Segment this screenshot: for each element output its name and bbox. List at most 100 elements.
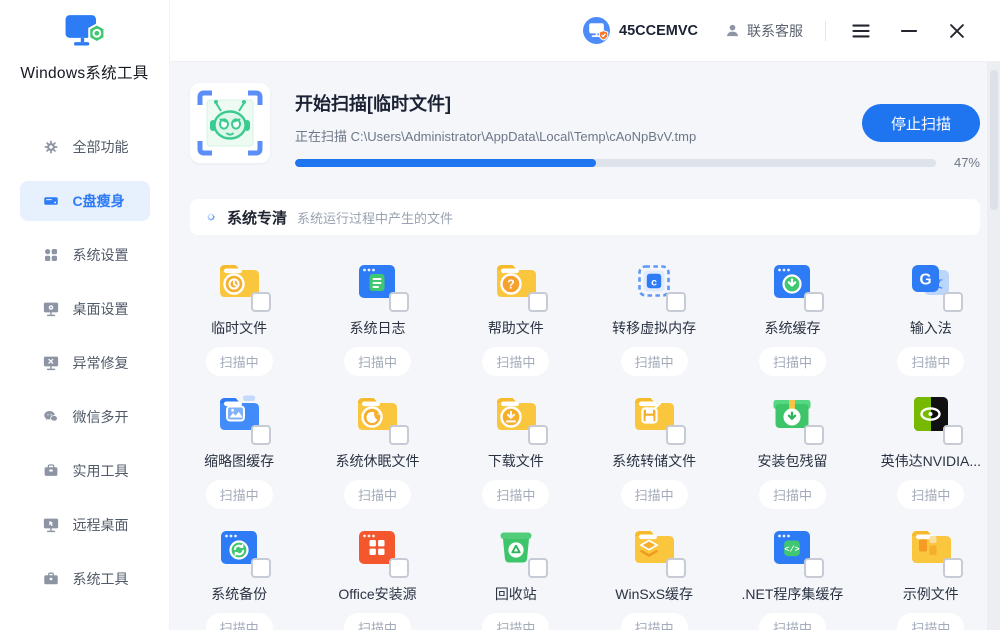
scrollbar-track[interactable]	[987, 62, 1000, 630]
sidebar-item-wechat-multi[interactable]: 微信多开	[20, 397, 150, 437]
spinner-icon	[203, 209, 219, 225]
sidebar-item-all-features[interactable]: 全部功能	[20, 127, 150, 167]
scan-category-item[interactable]: 系统转储文件 扫描中	[585, 390, 723, 509]
scan-category-item[interactable]: c 转移虚拟内存 扫描中	[585, 257, 723, 376]
category-label: 下载文件	[488, 451, 544, 471]
category-checkbox[interactable]	[943, 292, 963, 312]
category-checkbox[interactable]	[389, 292, 409, 312]
category-label: Office安装源	[338, 584, 416, 604]
svg-text:c: c	[651, 276, 657, 288]
category-label: 输入法	[910, 318, 952, 338]
app-logo: Windows系统工具	[0, 0, 169, 83]
scan-category-item[interactable]: 临时文件 扫描中	[170, 257, 308, 376]
status-badge: 扫描中	[897, 480, 964, 509]
category-checkbox[interactable]	[943, 425, 963, 445]
status-badge: 扫描中	[897, 347, 964, 376]
sidebar-item-utilities[interactable]: 实用工具	[20, 451, 150, 491]
category-checkbox[interactable]	[251, 292, 271, 312]
category-label: 系统备份	[211, 584, 267, 604]
user-avatar	[583, 17, 610, 44]
scan-category-item[interactable]: ? 帮助文件 扫描中	[447, 257, 585, 376]
close-icon[interactable]	[944, 18, 970, 44]
gear-icon	[42, 138, 60, 156]
scan-progress-percent: 47%	[936, 155, 980, 170]
app-title: Windows系统工具	[0, 61, 169, 83]
status-badge: 扫描中	[621, 613, 688, 630]
category-checkbox[interactable]	[251, 558, 271, 578]
sidebar-item-system-tools[interactable]: 系统工具	[20, 559, 150, 599]
briefcase-icon	[42, 570, 60, 588]
category-label: 系统休眠文件	[335, 451, 419, 471]
disk-icon	[42, 192, 60, 210]
category-label: 系统缓存	[764, 318, 820, 338]
scan-category-item[interactable]: z 系统休眠文件 扫描中	[308, 390, 446, 509]
sidebar-item-error-repair[interactable]: 异常修复	[20, 343, 150, 383]
category-checkbox[interactable]	[943, 558, 963, 578]
category-checkbox[interactable]	[804, 292, 824, 312]
titlebar: 45CCEMVC 联系客服	[170, 0, 1000, 62]
app-window: Windows系统工具 全部功能 C盘瘦身 系统设置 桌面设置 异常修复 微信多…	[0, 0, 1000, 630]
scan-category-item[interactable]: 系统备份 扫描中	[170, 523, 308, 630]
svg-text:z: z	[378, 411, 381, 417]
status-badge: 扫描中	[206, 347, 273, 376]
status-badge: 扫描中	[621, 480, 688, 509]
scrollbar-thumb[interactable]	[990, 70, 998, 210]
section-banner: 系统专清 系统运行过程中产生的文件	[190, 199, 980, 235]
stop-scan-button[interactable]: 停止扫描	[862, 104, 980, 142]
status-badge: 扫描中	[482, 480, 549, 509]
contact-support-button[interactable]: 联系客服	[724, 21, 803, 41]
category-checkbox[interactable]	[804, 558, 824, 578]
repair-icon	[42, 354, 60, 372]
scan-category-item[interactable]: WinSxS缓存 扫描中	[585, 523, 723, 630]
sidebar-item-system-settings[interactable]: 系统设置	[20, 235, 150, 275]
status-badge: 扫描中	[897, 613, 964, 630]
category-label: .NET程序集缓存	[742, 584, 844, 604]
section-subtitle: 系统运行过程中产生的文件	[297, 208, 453, 227]
category-label: WinSxS缓存	[615, 584, 693, 604]
scan-category-item[interactable]: 回收站 扫描中	[447, 523, 585, 630]
sidebar-item-desktop-settings[interactable]: 桌面设置	[20, 289, 150, 329]
category-checkbox[interactable]	[804, 425, 824, 445]
category-label: 英伟达NVIDIA...	[881, 451, 981, 471]
svg-text:</>: </>	[785, 545, 800, 555]
sidebar-item-remote-desktop[interactable]: 远程桌面	[20, 505, 150, 545]
desktop-settings-icon	[42, 300, 60, 318]
sidebar-item-c-drive-slimming[interactable]: C盘瘦身	[20, 181, 150, 221]
category-checkbox[interactable]	[666, 292, 686, 312]
scan-category-item[interactable]: 示例文件 扫描中	[862, 523, 1000, 630]
scan-robot-illustration	[190, 83, 270, 163]
scan-category-item[interactable]: 系统缓存 扫描中	[723, 257, 861, 376]
status-badge: 扫描中	[621, 347, 688, 376]
avatar-user-icon	[583, 17, 610, 44]
category-label: 系统转储文件	[612, 451, 696, 471]
category-label: 临时文件	[211, 318, 267, 338]
category-label: 回收站	[495, 584, 537, 604]
scan-category-item[interactable]: </> .NET程序集缓存 扫描中	[723, 523, 861, 630]
scan-category-item[interactable]: 下载文件 扫描中	[447, 390, 585, 509]
scan-progress-bar	[295, 159, 936, 167]
category-checkbox[interactable]	[389, 558, 409, 578]
menu-icon[interactable]	[848, 18, 874, 44]
category-checkbox[interactable]	[389, 425, 409, 445]
scan-category-item[interactable]: 缩略图缓存 扫描中	[170, 390, 308, 509]
category-checkbox[interactable]	[666, 558, 686, 578]
category-checkbox[interactable]	[528, 292, 548, 312]
category-label: 缩略图缓存	[204, 451, 274, 471]
category-checkbox[interactable]	[666, 425, 686, 445]
scan-category-item[interactable]: 英伟达NVIDIA... 扫描中	[862, 390, 1000, 509]
section-title: 系统专清	[227, 207, 287, 228]
category-checkbox[interactable]	[251, 425, 271, 445]
category-label: 安装包残留	[757, 451, 827, 471]
account-chip[interactable]: 45CCEMVC	[583, 17, 698, 44]
username: 45CCEMVC	[619, 23, 698, 39]
scan-category-item[interactable]: 文G 输入法 扫描中	[862, 257, 1000, 376]
main-content: 开始扫描[临时文件] 正在扫描 C:\Users\Administrator\A…	[170, 62, 1000, 630]
scan-category-item[interactable]: 安装包残留 扫描中	[723, 390, 861, 509]
minimize-icon[interactable]	[896, 18, 922, 44]
remote-icon	[42, 516, 60, 534]
scan-status-panel: 开始扫描[临时文件] 正在扫描 C:\Users\Administrator\A…	[190, 83, 980, 170]
scan-category-item[interactable]: Office安装源 扫描中	[308, 523, 446, 630]
category-checkbox[interactable]	[528, 558, 548, 578]
category-checkbox[interactable]	[528, 425, 548, 445]
scan-category-item[interactable]: 系统日志 扫描中	[308, 257, 446, 376]
